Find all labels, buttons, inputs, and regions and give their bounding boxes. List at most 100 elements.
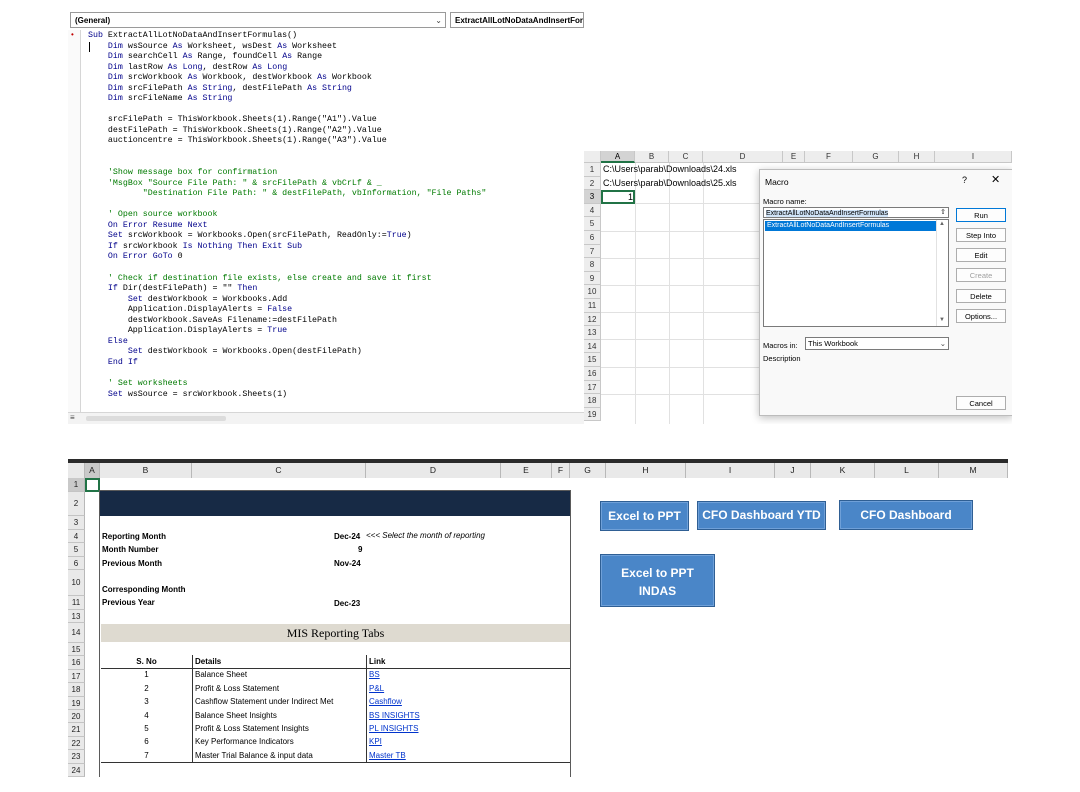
row-header[interactable]: 14 bbox=[584, 339, 601, 354]
column-header-e[interactable]: E bbox=[783, 151, 805, 163]
row-header[interactable]: 1 bbox=[68, 478, 85, 492]
row-header[interactable]: 12 bbox=[584, 312, 601, 327]
column-header-h[interactable]: H bbox=[899, 151, 935, 163]
row-header[interactable]: 6 bbox=[68, 556, 85, 570]
row-header[interactable]: 17 bbox=[584, 380, 601, 395]
column-header-g[interactable]: G bbox=[853, 151, 899, 163]
reporting-month-value[interactable]: Dec-24 bbox=[334, 532, 360, 541]
scroll-down-icon[interactable]: ▼ bbox=[939, 317, 945, 323]
column-header-d[interactable]: D bbox=[366, 463, 501, 478]
column-header-i[interactable]: I bbox=[935, 151, 1012, 163]
upload-arrow-icon[interactable]: ⇧ bbox=[937, 208, 948, 217]
edit-button[interactable]: Edit bbox=[956, 248, 1006, 262]
view-toggle-icon[interactable]: ≡ bbox=[70, 413, 75, 422]
row-header[interactable]: 21 bbox=[68, 723, 85, 737]
row-header[interactable]: 17 bbox=[68, 669, 85, 684]
close-icon[interactable]: ✕ bbox=[991, 173, 1000, 186]
row-header[interactable]: 23 bbox=[68, 750, 85, 764]
column-header-b[interactable]: B bbox=[635, 151, 669, 163]
macro-list[interactable]: ExtractAllLotNoDataAndInsertFormulas ▲ ▼ bbox=[763, 219, 949, 327]
row-header[interactable]: 1 bbox=[584, 163, 601, 177]
row-header[interactable]: 11 bbox=[68, 596, 85, 610]
column-header-h[interactable]: H bbox=[606, 463, 686, 478]
master-tb-link[interactable]: Master TB bbox=[366, 748, 570, 763]
macros-in-select[interactable]: This Workbook ⌄ bbox=[805, 337, 949, 350]
column-header-b[interactable]: B bbox=[100, 463, 192, 478]
chevron-down-icon: ⌄ bbox=[435, 16, 442, 25]
row-header[interactable]: 13 bbox=[584, 326, 601, 340]
row-header[interactable]: 3 bbox=[584, 190, 601, 204]
options-button[interactable]: Options... bbox=[956, 309, 1006, 323]
cell-a1[interactable]: C:\Users\parab\Downloads\24.xls bbox=[603, 163, 737, 176]
cfo-dashboard-button[interactable]: CFO Dashboard bbox=[839, 500, 973, 530]
row-header[interactable]: 2 bbox=[584, 176, 601, 191]
row-header[interactable]: 13 bbox=[68, 609, 85, 623]
pl-insights-link[interactable]: PL INSIGHTS bbox=[366, 722, 570, 736]
row-header[interactable]: 16 bbox=[68, 656, 85, 670]
column-header-c[interactable]: C bbox=[192, 463, 366, 478]
bs-link[interactable]: BS bbox=[366, 668, 570, 682]
procedure-dropdown[interactable]: ExtractAllLotNoDataAndInsertFormu bbox=[450, 12, 584, 28]
row-header[interactable]: 19 bbox=[584, 407, 601, 422]
row-header[interactable]: 16 bbox=[584, 367, 601, 381]
row-header[interactable]: 24 bbox=[68, 763, 85, 777]
row-header[interactable]: 19 bbox=[68, 696, 85, 710]
row-header[interactable]: 4 bbox=[584, 203, 601, 218]
macro-name-input[interactable]: ExtractAllLotNoDataAndInsertFormulas ⇧ bbox=[763, 207, 949, 218]
row-header[interactable]: 9 bbox=[584, 271, 601, 286]
table-row: 5 Profit & Loss Statement Insights PL IN… bbox=[101, 722, 570, 736]
column-header-d[interactable]: D bbox=[703, 151, 783, 163]
cell-a2[interactable]: C:\Users\parab\Downloads\25.xls bbox=[603, 177, 737, 190]
code-text[interactable]: Sub ExtractAllLotNoDataAndInsertFormulas… bbox=[88, 31, 486, 400]
column-header-i[interactable]: I bbox=[686, 463, 775, 478]
select-all-corner[interactable] bbox=[584, 151, 601, 163]
run-button[interactable]: Run bbox=[956, 208, 1006, 222]
column-header-f[interactable]: F bbox=[552, 463, 570, 478]
column-header-g[interactable]: G bbox=[570, 463, 606, 478]
excel-to-ppt-button[interactable]: Excel to PPT bbox=[600, 501, 689, 531]
row-header[interactable]: 20 bbox=[68, 710, 85, 724]
column-header-l[interactable]: L bbox=[875, 463, 939, 478]
row-header[interactable]: 11 bbox=[584, 299, 601, 313]
row-header[interactable]: 10 bbox=[68, 570, 85, 596]
scroll-up-icon[interactable]: ▲ bbox=[939, 221, 945, 227]
column-header-m[interactable]: M bbox=[939, 463, 1008, 478]
select-all-corner[interactable] bbox=[68, 463, 85, 478]
column-header-k[interactable]: K bbox=[811, 463, 875, 478]
cancel-button[interactable]: Cancel bbox=[956, 396, 1006, 410]
column-header-a[interactable]: A bbox=[85, 463, 100, 478]
row-header[interactable]: 18 bbox=[584, 394, 601, 408]
cfo-dashboard-ytd-button[interactable]: CFO Dashboard YTD bbox=[697, 501, 826, 530]
kpi-link[interactable]: KPI bbox=[366, 735, 570, 749]
column-header-e[interactable]: E bbox=[501, 463, 552, 478]
row-header[interactable]: 7 bbox=[584, 244, 601, 259]
row-header[interactable]: 4 bbox=[68, 529, 85, 543]
step-into-button[interactable]: Step Into bbox=[956, 228, 1006, 242]
column-header-a[interactable]: A bbox=[601, 151, 635, 163]
excel-to-ppt-indas-button[interactable]: Excel to PPT INDAS bbox=[600, 554, 715, 607]
row-header[interactable]: 22 bbox=[68, 736, 85, 751]
row-header[interactable]: 8 bbox=[584, 258, 601, 272]
column-header-c[interactable]: C bbox=[669, 151, 703, 163]
column-header-f[interactable]: F bbox=[805, 151, 853, 163]
row-header[interactable]: 18 bbox=[68, 683, 85, 697]
row-header[interactable]: 14 bbox=[68, 623, 85, 643]
row-header[interactable]: 6 bbox=[584, 231, 601, 245]
row-header[interactable]: 3 bbox=[68, 516, 85, 530]
row-header[interactable]: 5 bbox=[584, 217, 601, 231]
object-dropdown[interactable]: (General) ⌄ bbox=[70, 12, 446, 28]
row-header[interactable]: 5 bbox=[68, 543, 85, 557]
list-item[interactable]: ExtractAllLotNoDataAndInsertFormulas bbox=[765, 221, 937, 231]
column-header-j[interactable]: J bbox=[775, 463, 811, 478]
help-icon[interactable]: ? bbox=[962, 175, 967, 185]
row-header[interactable]: 10 bbox=[584, 285, 601, 299]
horizontal-scrollbar[interactable] bbox=[86, 416, 226, 421]
row-header[interactable]: 15 bbox=[68, 643, 85, 657]
list-scrollbar[interactable]: ▲ ▼ bbox=[936, 220, 948, 326]
row-header[interactable]: 15 bbox=[584, 353, 601, 367]
bs-insights-link[interactable]: BS INSIGHTS bbox=[366, 708, 570, 722]
cashflow-link[interactable]: Cashflow bbox=[366, 695, 570, 709]
pl-link[interactable]: P&L bbox=[366, 681, 570, 696]
row-header[interactable]: 2 bbox=[68, 492, 85, 516]
delete-button[interactable]: Delete bbox=[956, 289, 1006, 303]
